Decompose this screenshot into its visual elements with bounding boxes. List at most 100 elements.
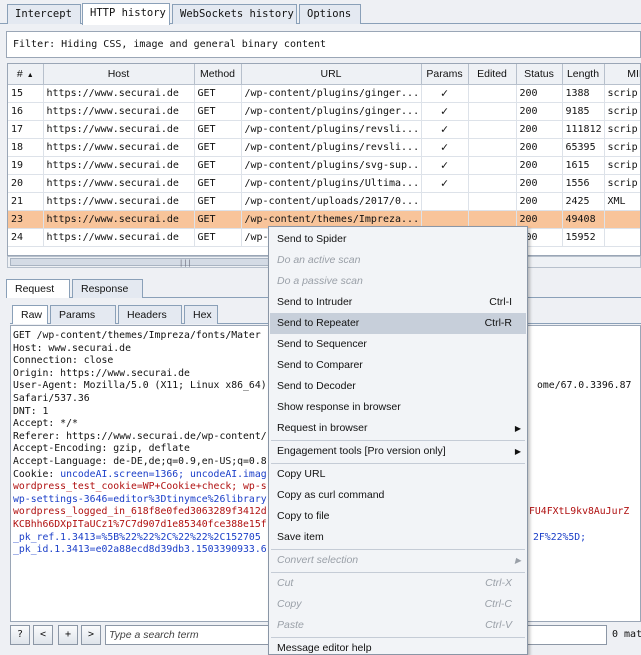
editor-line: _pk_id.1.3413=e02a88ecd8d39db3.150339093… <box>13 544 267 556</box>
menu-item-label: Copy URL <box>277 468 326 480</box>
cell-params: ✓ <box>421 138 469 157</box>
menu-item-label: Paste <box>277 619 304 631</box>
cell-params: ✓ <box>421 84 469 103</box>
menu-item-request-in-browser[interactable]: Request in browser ▶ <box>270 418 526 439</box>
menu-item-send-to-decoder[interactable]: Send to Decoder <box>270 376 526 397</box>
menu-item-send-to-spider[interactable]: Send to Spider <box>270 229 526 250</box>
editor-line-tail: FU4FXtL9kv8AuJurZ <box>529 506 630 518</box>
table-row[interactable]: 21 https://www.securai.de GET/wp-content/u… <box>8 192 640 211</box>
editor-line: User-Agent: Mozilla/5.0 (X11; Linux x86_… <box>13 380 267 392</box>
add-button[interactable]: + <box>58 625 78 645</box>
table-row[interactable]: 18 https://www.securai.de GET/wp-content/p… <box>8 138 640 157</box>
column-header-host[interactable]: Host <box>43 64 195 85</box>
editor-line-text: wordpress_logged_in_618f8e0fed3063289f34… <box>13 506 267 518</box>
previous-match-button[interactable]: < <box>33 625 53 645</box>
table-row[interactable]: 15 https://www.securai.de GET/wp-content/p… <box>8 84 640 103</box>
column-header-url[interactable]: URL <box>241 64 422 85</box>
cell-num: 19 <box>8 156 44 175</box>
menu-item-copy-as-curl-command[interactable]: Copy as curl command <box>270 485 526 506</box>
tab-headers[interactable]: Headers <box>118 305 182 324</box>
menu-item-label: Show response in browser <box>277 401 401 413</box>
cell-host: https://www.securai.de <box>43 210 195 229</box>
column-header-edited[interactable]: Edited <box>468 64 517 85</box>
menu-item-save-item[interactable]: Save item <box>270 527 526 548</box>
column-header-length[interactable]: Length <box>562 64 605 85</box>
cookie-label: Cookie: <box>13 468 61 480</box>
help-button[interactable]: ? <box>10 625 30 645</box>
menu-item-label: Copy <box>277 598 302 610</box>
filter-bar[interactable]: Filter: Hiding CSS, image and general bi… <box>6 31 641 58</box>
menu-item-copy-url[interactable]: Copy URL <box>270 464 526 485</box>
menu-item-send-to-intruder[interactable]: Send to Intruder Ctrl-I <box>270 292 526 313</box>
menu-item-label: Send to Sequencer <box>277 338 367 350</box>
cell-status: 200 <box>516 156 563 175</box>
tab-websockets-history[interactable]: WebSockets history <box>172 4 297 24</box>
editor-line-text: GET /wp-content/themes/Impreza/fonts/Mat… <box>13 330 261 341</box>
column-header-status[interactable]: Status <box>516 64 563 85</box>
editor-line-text: KCBhh66DXpITaUCz1%7C7d907d1e85340fce388e… <box>13 519 267 530</box>
column-header-method[interactable]: Method <box>194 64 242 85</box>
column-header-num[interactable]: # ▲ <box>8 64 44 85</box>
tab-http-history[interactable]: HTTP history <box>82 3 170 25</box>
table-row[interactable]: 19 https://www.securai.de GET/wp-content/p… <box>8 156 640 175</box>
tab-response[interactable]: Response <box>72 279 143 298</box>
menu-item-show-response-in-browser[interactable]: Show response in browser <box>270 397 526 418</box>
menu-item-send-to-repeater[interactable]: Send to Repeater Ctrl-R <box>270 313 526 334</box>
menu-item-do-a-passive-scan: Do a passive scan <box>270 271 526 292</box>
cell-num: 18 <box>8 138 44 157</box>
menu-item-label: Do an active scan <box>277 254 361 266</box>
menu-item-label: Engagement tools [Pro version only] <box>277 445 446 457</box>
cell-url: /wp-content/plugins/Ultima... <box>241 174 422 193</box>
tab-intercept[interactable]: Intercept <box>7 4 81 24</box>
editor-line-text: Origin: https://www.securai.de <box>13 367 190 379</box>
menu-item-copy-to-file[interactable]: Copy to file <box>270 506 526 527</box>
table-row[interactable]: 20 https://www.securai.de GET/wp-content/p… <box>8 174 640 193</box>
tab-options[interactable]: Options <box>299 4 361 24</box>
cell-host: https://www.securai.de <box>43 228 195 247</box>
tab-request[interactable]: Request <box>6 279 70 298</box>
menu-item-label: Message editor help <box>277 642 372 654</box>
cell-edited <box>468 174 517 193</box>
menu-item-label: Convert selection <box>277 554 359 566</box>
cell-host: https://www.securai.de <box>43 174 195 193</box>
menu-item-label: Copy to file <box>277 510 330 522</box>
editor-line: DNT: 1 <box>13 406 48 418</box>
editor-line-tail: ome/67.0.3396.87 <box>537 380 632 392</box>
table-row[interactable]: 16 https://www.securai.de GET/wp-content/p… <box>8 102 640 121</box>
next-match-button[interactable]: > <box>81 625 101 645</box>
menu-item-shortcut: Ctrl-V <box>485 619 512 631</box>
menu-item-label: Cut <box>277 577 294 589</box>
submenu-arrow-icon: ▶ <box>514 424 521 433</box>
editor-line: Referer: https://www.securai.de/wp-conte… <box>13 431 267 443</box>
tab-hex[interactable]: Hex <box>184 305 218 324</box>
cell-host: https://www.securai.de <box>43 138 195 157</box>
menu-item-convert-selection: Convert selection ▶ <box>270 550 526 571</box>
menu-item-send-to-comparer[interactable]: Send to Comparer <box>270 355 526 376</box>
tab-params[interactable]: Params <box>50 305 116 324</box>
cell-method: GET <box>194 138 242 157</box>
match-count: 0 matches <box>612 629 641 640</box>
editor-line: Accept-Encoding: gzip, deflate <box>13 443 190 455</box>
menu-item-message-editor-help[interactable]: Message editor help <box>270 638 526 655</box>
cookie-value: uncodeAI.screen=1366; uncodeAI.imag <box>60 468 267 480</box>
cell-num: 20 <box>8 174 44 193</box>
editor-line-text: Accept-Language: de-DE,de;q=0.9,en-US;q=… <box>13 456 267 467</box>
editor-line-text: User-Agent: Mozilla/5.0 (X11; Linux x86_… <box>13 380 267 392</box>
context-menu: Send to Spider Do an active scan Do a pass… <box>268 226 528 655</box>
table-row[interactable]: 17 https://www.securai.de GET/wp-content/p… <box>8 120 640 139</box>
cell-host: https://www.securai.de <box>43 102 195 121</box>
column-header-params[interactable]: Params <box>421 64 469 85</box>
tab-raw[interactable]: Raw <box>12 305 48 324</box>
cell-method: GET <box>194 84 242 103</box>
cell-status: 200 <box>516 120 563 139</box>
menu-item-engagement-tools-pro-version-only[interactable]: Engagement tools [Pro version only] ▶ <box>270 441 526 462</box>
menu-item-send-to-sequencer[interactable]: Send to Sequencer <box>270 334 526 355</box>
menu-item-label: Send to Spider <box>277 233 347 245</box>
editor-line-text: Accept: */* <box>13 418 78 430</box>
cell-edited <box>468 192 517 211</box>
editor-line-tail: 2F%22%5D; <box>533 531 587 543</box>
menu-item-copy: Copy Ctrl-C <box>270 594 526 615</box>
editor-line: Accept: */* <box>13 418 78 430</box>
cell-status: 200 <box>516 192 563 211</box>
column-header-mime[interactable]: MIME <box>604 64 640 85</box>
